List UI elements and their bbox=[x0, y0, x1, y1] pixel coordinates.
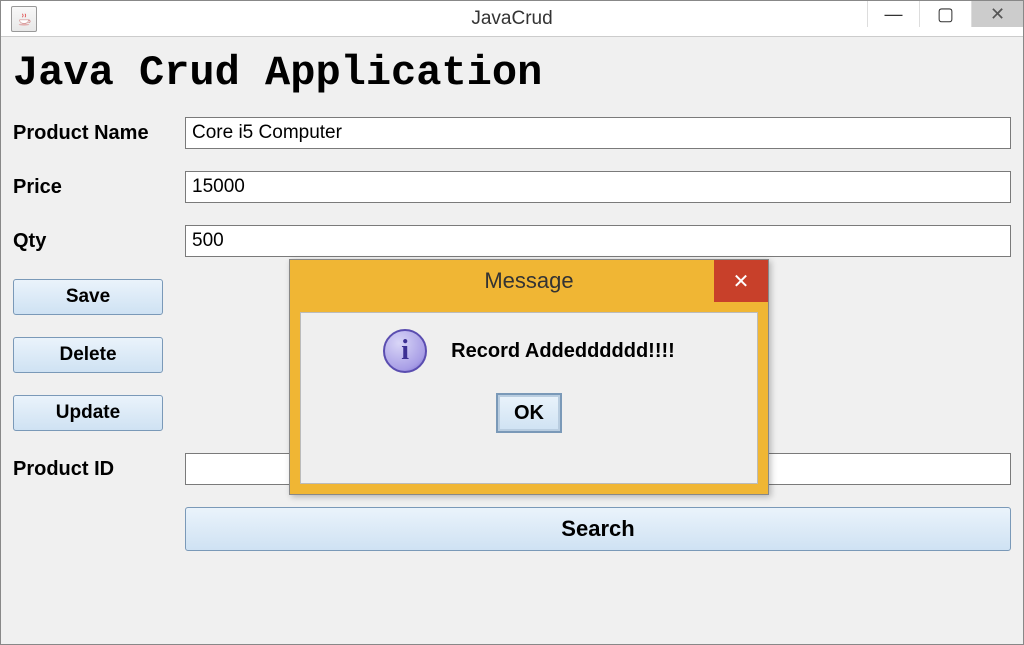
qty-row: Qty bbox=[13, 225, 1011, 257]
product-name-input[interactable] bbox=[185, 117, 1011, 149]
dialog-body: i Record Addedddddd!!!! OK bbox=[290, 302, 768, 494]
main-window: JavaCrud — ▢ ✕ Java Crud Application Pro… bbox=[0, 0, 1024, 645]
price-input[interactable] bbox=[185, 171, 1011, 203]
message-dialog: Message ✕ i Record Addedddddd!!!! OK bbox=[289, 259, 769, 495]
price-label: Price bbox=[13, 176, 185, 199]
save-button[interactable]: Save bbox=[13, 279, 163, 315]
dialog-message: Record Addedddddd!!!! bbox=[451, 340, 675, 363]
app-title: Java Crud Application bbox=[13, 49, 1011, 97]
dialog-content-row: i Record Addedddddd!!!! bbox=[383, 329, 675, 373]
window-controls: — ▢ ✕ bbox=[867, 1, 1023, 36]
product-name-label: Product Name bbox=[13, 122, 185, 145]
qty-input[interactable] bbox=[185, 225, 1011, 257]
delete-button[interactable]: Delete bbox=[13, 337, 163, 373]
update-button[interactable]: Update bbox=[13, 395, 163, 431]
info-icon: i bbox=[383, 329, 427, 373]
qty-label: Qty bbox=[13, 230, 185, 253]
product-id-label: Product ID bbox=[13, 458, 185, 481]
dialog-inner: i Record Addedddddd!!!! OK bbox=[300, 312, 758, 484]
dialog-title: Message bbox=[484, 268, 573, 294]
search-button[interactable]: Search bbox=[185, 507, 1011, 551]
dialog-ok-button[interactable]: OK bbox=[496, 393, 562, 433]
window-close-button[interactable]: ✕ bbox=[971, 1, 1023, 27]
window-maximize-button[interactable]: ▢ bbox=[919, 1, 971, 27]
dialog-titlebar[interactable]: Message ✕ bbox=[290, 260, 768, 302]
product-name-row: Product Name bbox=[13, 117, 1011, 149]
price-row: Price bbox=[13, 171, 1011, 203]
titlebar[interactable]: JavaCrud — ▢ ✕ bbox=[1, 1, 1023, 37]
dialog-close-button[interactable]: ✕ bbox=[714, 260, 768, 302]
window-title: JavaCrud bbox=[471, 8, 552, 30]
window-minimize-button[interactable]: — bbox=[867, 1, 919, 27]
java-icon bbox=[11, 6, 37, 32]
